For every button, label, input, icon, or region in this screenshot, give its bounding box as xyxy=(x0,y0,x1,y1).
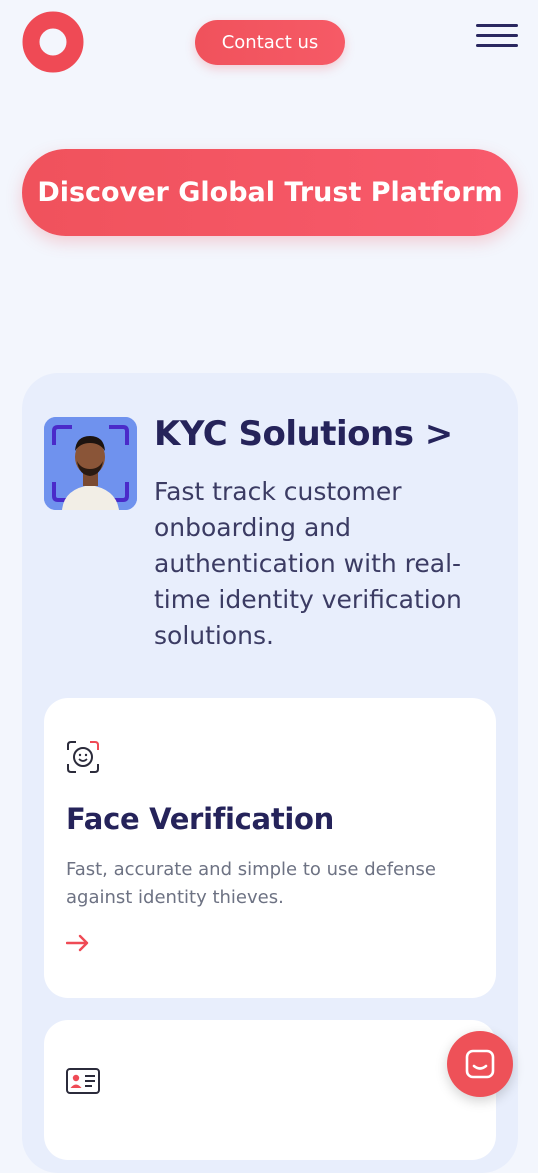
hamburger-menu-icon[interactable] xyxy=(476,24,518,50)
kyc-solutions-link[interactable]: KYC Solutions > xyxy=(154,414,453,454)
face-scan-icon xyxy=(67,741,99,773)
chat-bubble-icon xyxy=(465,1049,495,1079)
discover-platform-button[interactable]: Discover Global Trust Platform xyxy=(22,149,518,236)
header: Contact us xyxy=(0,0,538,90)
ring-logo-icon[interactable] xyxy=(22,8,84,76)
chat-button[interactable] xyxy=(447,1031,513,1097)
card-description: Fast, accurate and simple to use defense… xyxy=(66,859,436,908)
id-verification-card[interactable] xyxy=(44,1020,496,1160)
contact-us-button[interactable]: Contact us xyxy=(195,20,345,65)
id-card-icon xyxy=(66,1068,100,1094)
kyc-avatar-image xyxy=(44,417,137,510)
arrow-right-icon[interactable] xyxy=(66,934,90,952)
card-title: Face Verification xyxy=(66,802,334,836)
face-verification-card[interactable]: Face Verification Fast, accurate and sim… xyxy=(44,698,496,998)
kyc-description: Fast track customer onboarding and authe… xyxy=(154,477,462,650)
